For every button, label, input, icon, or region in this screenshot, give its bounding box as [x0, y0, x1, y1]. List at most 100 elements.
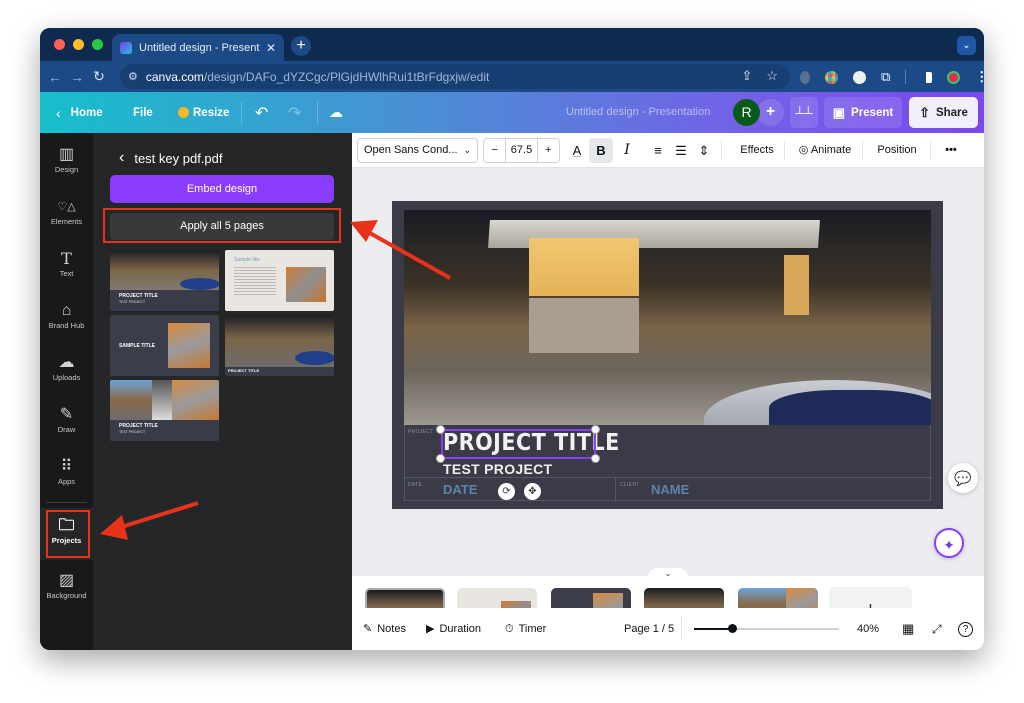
resize-handle[interactable] — [591, 425, 600, 434]
reload-icon[interactable]: ↻ — [88, 68, 110, 85]
bold-button[interactable]: B — [589, 138, 613, 163]
house-photo[interactable] — [404, 210, 931, 425]
add-comment-icon[interactable]: 💬 — [948, 463, 978, 493]
extensions-puzzle-icon[interactable]: ⧉ — [881, 69, 890, 85]
font-size-input[interactable]: 67.5 — [505, 139, 538, 162]
page-indicator[interactable]: Page 1 / 5 — [624, 608, 674, 650]
address-bar-row: ← → ↻ ⚙ canva.com /design/DAFo_dYZCgc/Pl… — [40, 61, 984, 92]
file-label: File — [133, 106, 153, 119]
line-spacing-icon[interactable]: ⇕ — [693, 138, 715, 163]
rotate-icon[interactable]: ⟳ — [498, 483, 515, 500]
page-thumbnail-1[interactable]: PROJECT TITLE TEST PROJECT — [110, 250, 219, 311]
page-thumbnail-3[interactable]: SAMPLE TITLE — [110, 315, 219, 376]
close-tab-icon[interactable]: ✕ — [266, 41, 276, 55]
chevron-left-icon: ‹ — [56, 104, 61, 121]
animate-button[interactable]: ◎ Animate — [790, 138, 860, 163]
extension-color-icon[interactable] — [825, 70, 838, 84]
divider — [721, 141, 722, 160]
add-collaborator-button[interactable]: + — [757, 99, 784, 126]
avatar[interactable]: R — [733, 99, 760, 126]
magic-assistant-icon[interactable]: ✦ — [934, 528, 964, 558]
extension-moon-icon[interactable] — [800, 70, 810, 84]
sidepanel-icon[interactable] — [921, 71, 933, 83]
rail-item-background[interactable]: ▨ Background — [40, 563, 93, 615]
position-button[interactable]: Position — [867, 138, 927, 163]
notes-button[interactable]: ✎ Notes — [363, 608, 406, 650]
new-tab-button[interactable]: + — [291, 36, 311, 56]
zoom-percent[interactable]: 40% — [857, 608, 879, 650]
redo-icon[interactable]: ↷ — [288, 92, 301, 133]
rail-label: Uploads — [52, 373, 81, 382]
browser-menu-icon[interactable]: ⋮ — [975, 69, 984, 85]
italic-button[interactable]: I — [616, 138, 638, 163]
increase-font-size-button[interactable]: + — [538, 139, 559, 162]
share-page-icon[interactable]: ⇪ — [741, 68, 752, 84]
forward-icon[interactable]: → — [66, 69, 88, 85]
client-label: CLIENT — [620, 482, 640, 488]
fullscreen-icon[interactable]: ⤢ — [932, 608, 942, 650]
rail-item-draw[interactable]: ✎ Draw — [40, 397, 93, 449]
thumbnail-title: PROJECT TITLE — [119, 293, 158, 299]
bookmark-star-icon[interactable]: ☆ — [766, 68, 778, 84]
site-settings-icon[interactable]: ⚙ — [128, 70, 138, 83]
page-thumbnail-2[interactable]: Sample title — [225, 250, 334, 311]
elements-icon: ♡△ — [57, 201, 76, 213]
panel-back-header[interactable]: ‹ test key pdf.pdf — [119, 149, 223, 167]
zoom-slider[interactable] — [694, 624, 839, 633]
crown-icon — [178, 107, 189, 118]
effects-button[interactable]: Effects — [727, 138, 787, 163]
thumbnail-title: Sample title — [234, 257, 261, 263]
present-button[interactable]: ▣ Present — [824, 97, 902, 128]
close-window-button[interactable] — [54, 39, 65, 50]
decrease-font-size-button[interactable]: − — [484, 139, 505, 162]
slide-canvas[interactable]: PROJECT PROJECT TITLE TEST PROJECT DATE … — [392, 201, 943, 509]
rail-item-uploads[interactable]: ☁ Uploads — [40, 345, 93, 397]
duration-button[interactable]: ▶ Duration — [426, 608, 481, 650]
bullet-list-icon[interactable]: ☰ — [670, 138, 692, 163]
divider — [317, 102, 318, 124]
home-button[interactable]: ‹ Home — [56, 92, 103, 133]
chevron-down-icon: ⌄ — [463, 145, 471, 155]
url-field[interactable]: ⚙ canva.com /design/DAFo_dYZCgc/PlGjdHWl… — [120, 64, 790, 89]
text-color-button[interactable]: A — [566, 138, 588, 163]
profile-icon[interactable] — [947, 70, 961, 84]
resize-handle[interactable] — [436, 425, 445, 434]
cloud-saved-icon[interactable]: ☁ — [329, 92, 343, 133]
resize-handle[interactable] — [591, 454, 600, 463]
help-button[interactable]: ? — [958, 608, 973, 650]
font-family-select[interactable]: Open Sans Cond... ⌄ — [357, 138, 478, 163]
undo-icon[interactable]: ↶ — [255, 92, 268, 133]
page-thumbnail-5[interactable]: PROJECT TITLE TEST PROJECT — [110, 380, 219, 441]
file-menu-button[interactable]: File — [133, 92, 153, 133]
minimize-window-button[interactable] — [73, 39, 84, 50]
rail-item-text[interactable]: T Text — [40, 241, 93, 293]
maximize-window-button[interactable] — [92, 39, 103, 50]
client-name-text[interactable]: NAME — [651, 482, 689, 497]
extension-cloud-icon[interactable] — [853, 70, 866, 84]
insights-button[interactable]: ┴┴ — [790, 97, 818, 128]
embed-design-button[interactable]: Embed design — [110, 175, 334, 203]
rail-item-design[interactable]: ▥ Design — [40, 137, 93, 189]
share-upload-icon: ⇧ — [919, 104, 930, 120]
more-options-button[interactable]: ••• — [936, 138, 966, 163]
align-left-icon[interactable]: ≡ — [647, 138, 669, 163]
rail-item-apps[interactable]: ⠿ Apps — [40, 449, 93, 501]
browser-tab[interactable]: Untitled design - Presentation ✕ — [112, 34, 284, 61]
share-button[interactable]: ⇧ Share — [909, 97, 978, 128]
zoom-slider-knob[interactable] — [728, 624, 737, 633]
timer-button[interactable]: ⏱ Timer — [505, 608, 546, 650]
slide-subtitle-text[interactable]: TEST PROJECT — [443, 461, 552, 477]
back-icon[interactable]: ← — [44, 69, 66, 85]
annotation-highlight-box — [103, 208, 341, 243]
tab-search-button[interactable]: ⌄ — [957, 36, 976, 55]
grid-view-icon[interactable]: ▦ — [902, 608, 914, 650]
resize-button[interactable]: Resize — [178, 92, 229, 133]
move-icon[interactable]: ✥ — [524, 483, 541, 500]
help-icon: ? — [958, 621, 973, 637]
rail-item-brand-hub[interactable]: ⌂ Brand Hub — [40, 293, 93, 345]
page-thumbnail-4[interactable]: PROJECT TITLE — [225, 315, 334, 376]
rail-item-elements[interactable]: ♡△ Elements — [40, 189, 93, 241]
date-value-text[interactable]: DATE — [443, 482, 477, 497]
document-title[interactable]: Untitled design - Presentation — [566, 92, 710, 133]
tab-strip: Untitled design - Presentation ✕ + ⌄ — [40, 28, 984, 61]
